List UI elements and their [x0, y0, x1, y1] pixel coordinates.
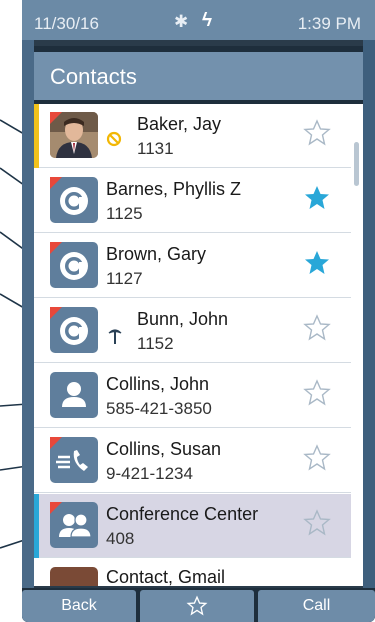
contact-name: Contact, Gmail [106, 567, 226, 586]
favorite-button[interactable] [140, 590, 254, 622]
lightning-icon: ϟ [202, 10, 213, 31]
star-outline-icon[interactable] [302, 378, 332, 408]
page-title: Contacts [34, 52, 363, 100]
new-flag [50, 307, 62, 319]
star-outline-icon[interactable] [302, 313, 332, 343]
new-flag [50, 177, 62, 189]
status-date: 11/30/16 [34, 14, 99, 33]
new-flag [50, 502, 62, 514]
contact-name: Brown, Gary [106, 244, 207, 264]
bluetooth-icon: ✱ [174, 12, 189, 31]
contact-number: 408 [106, 529, 135, 548]
star-outline-icon [186, 595, 208, 616]
new-flag [50, 437, 62, 449]
scrollbar-thumb[interactable] [354, 142, 359, 186]
contact-number: 9-421-1234 [106, 464, 193, 483]
screen: 11/30/16 ✱ ϟ 1:39 PM Contacts Baker, Jay… [0, 0, 375, 622]
contact-number: 1152 [137, 334, 174, 353]
do-not-disturb-icon [106, 131, 122, 147]
contact-number: 1125 [106, 204, 143, 223]
star-outline-icon[interactable] [302, 508, 332, 538]
bottom-softkeys: Back Call [22, 588, 375, 622]
contact-row[interactable]: Brown, Gary 1127 [34, 234, 351, 298]
contact-name: Baker, Jay [137, 114, 222, 134]
background-left [22, 40, 34, 588]
contact-number: 585-421-3850 [106, 399, 212, 418]
star-filled-icon[interactable] [302, 248, 332, 278]
contact-row[interactable]: Collins, John 585-421-3850 [34, 364, 351, 428]
call-button[interactable]: Call [258, 590, 375, 622]
star-filled-icon[interactable] [302, 183, 332, 213]
contact-name: Barnes, Phyllis Z [106, 179, 242, 199]
contacts-window: Contacts Baker, Jay 1131 Barnes, Phyllis… [34, 46, 363, 586]
star-outline-icon[interactable] [302, 443, 332, 473]
row-indicator [34, 494, 39, 558]
contacts-list[interactable]: Baker, Jay 1131 Barnes, Phyllis Z 1125 B… [34, 104, 351, 586]
contact-number: 1131 [137, 139, 174, 158]
phone-frame: 11/30/16 ✱ ϟ 1:39 PM Contacts Baker, Jay… [22, 0, 375, 622]
contact-name: Collins, John [106, 374, 210, 394]
status-time: 1:39 PM [297, 14, 361, 33]
row-indicator [34, 104, 39, 168]
contact-name: Collins, Susan [106, 439, 222, 459]
new-flag [50, 112, 62, 124]
avatar-photo [50, 567, 98, 586]
back-button[interactable]: Back [22, 590, 136, 622]
contact-name: Conference Center [106, 504, 259, 524]
contact-name: Bunn, John [137, 309, 229, 329]
new-flag [50, 242, 62, 254]
star-outline-icon[interactable] [302, 118, 332, 148]
contact-row[interactable]: Bunn, John 1152 [34, 299, 351, 363]
contact-row-selected[interactable]: Conference Center 408 [34, 494, 351, 558]
vacation-icon [108, 329, 122, 344]
contact-row[interactable]: Collins, Susan 9-421-1234 [34, 429, 351, 493]
contact-row[interactable]: Barnes, Phyllis Z 1125 [34, 169, 351, 233]
contact-number: 1127 [106, 269, 143, 288]
contact-row[interactable]: Contact, Gmail [34, 559, 351, 586]
person-icon [50, 372, 98, 418]
contact-row[interactable]: Baker, Jay 1131 [34, 104, 351, 168]
background-right [363, 40, 375, 588]
status-bar: 11/30/16 ✱ ϟ 1:39 PM [22, 0, 375, 40]
